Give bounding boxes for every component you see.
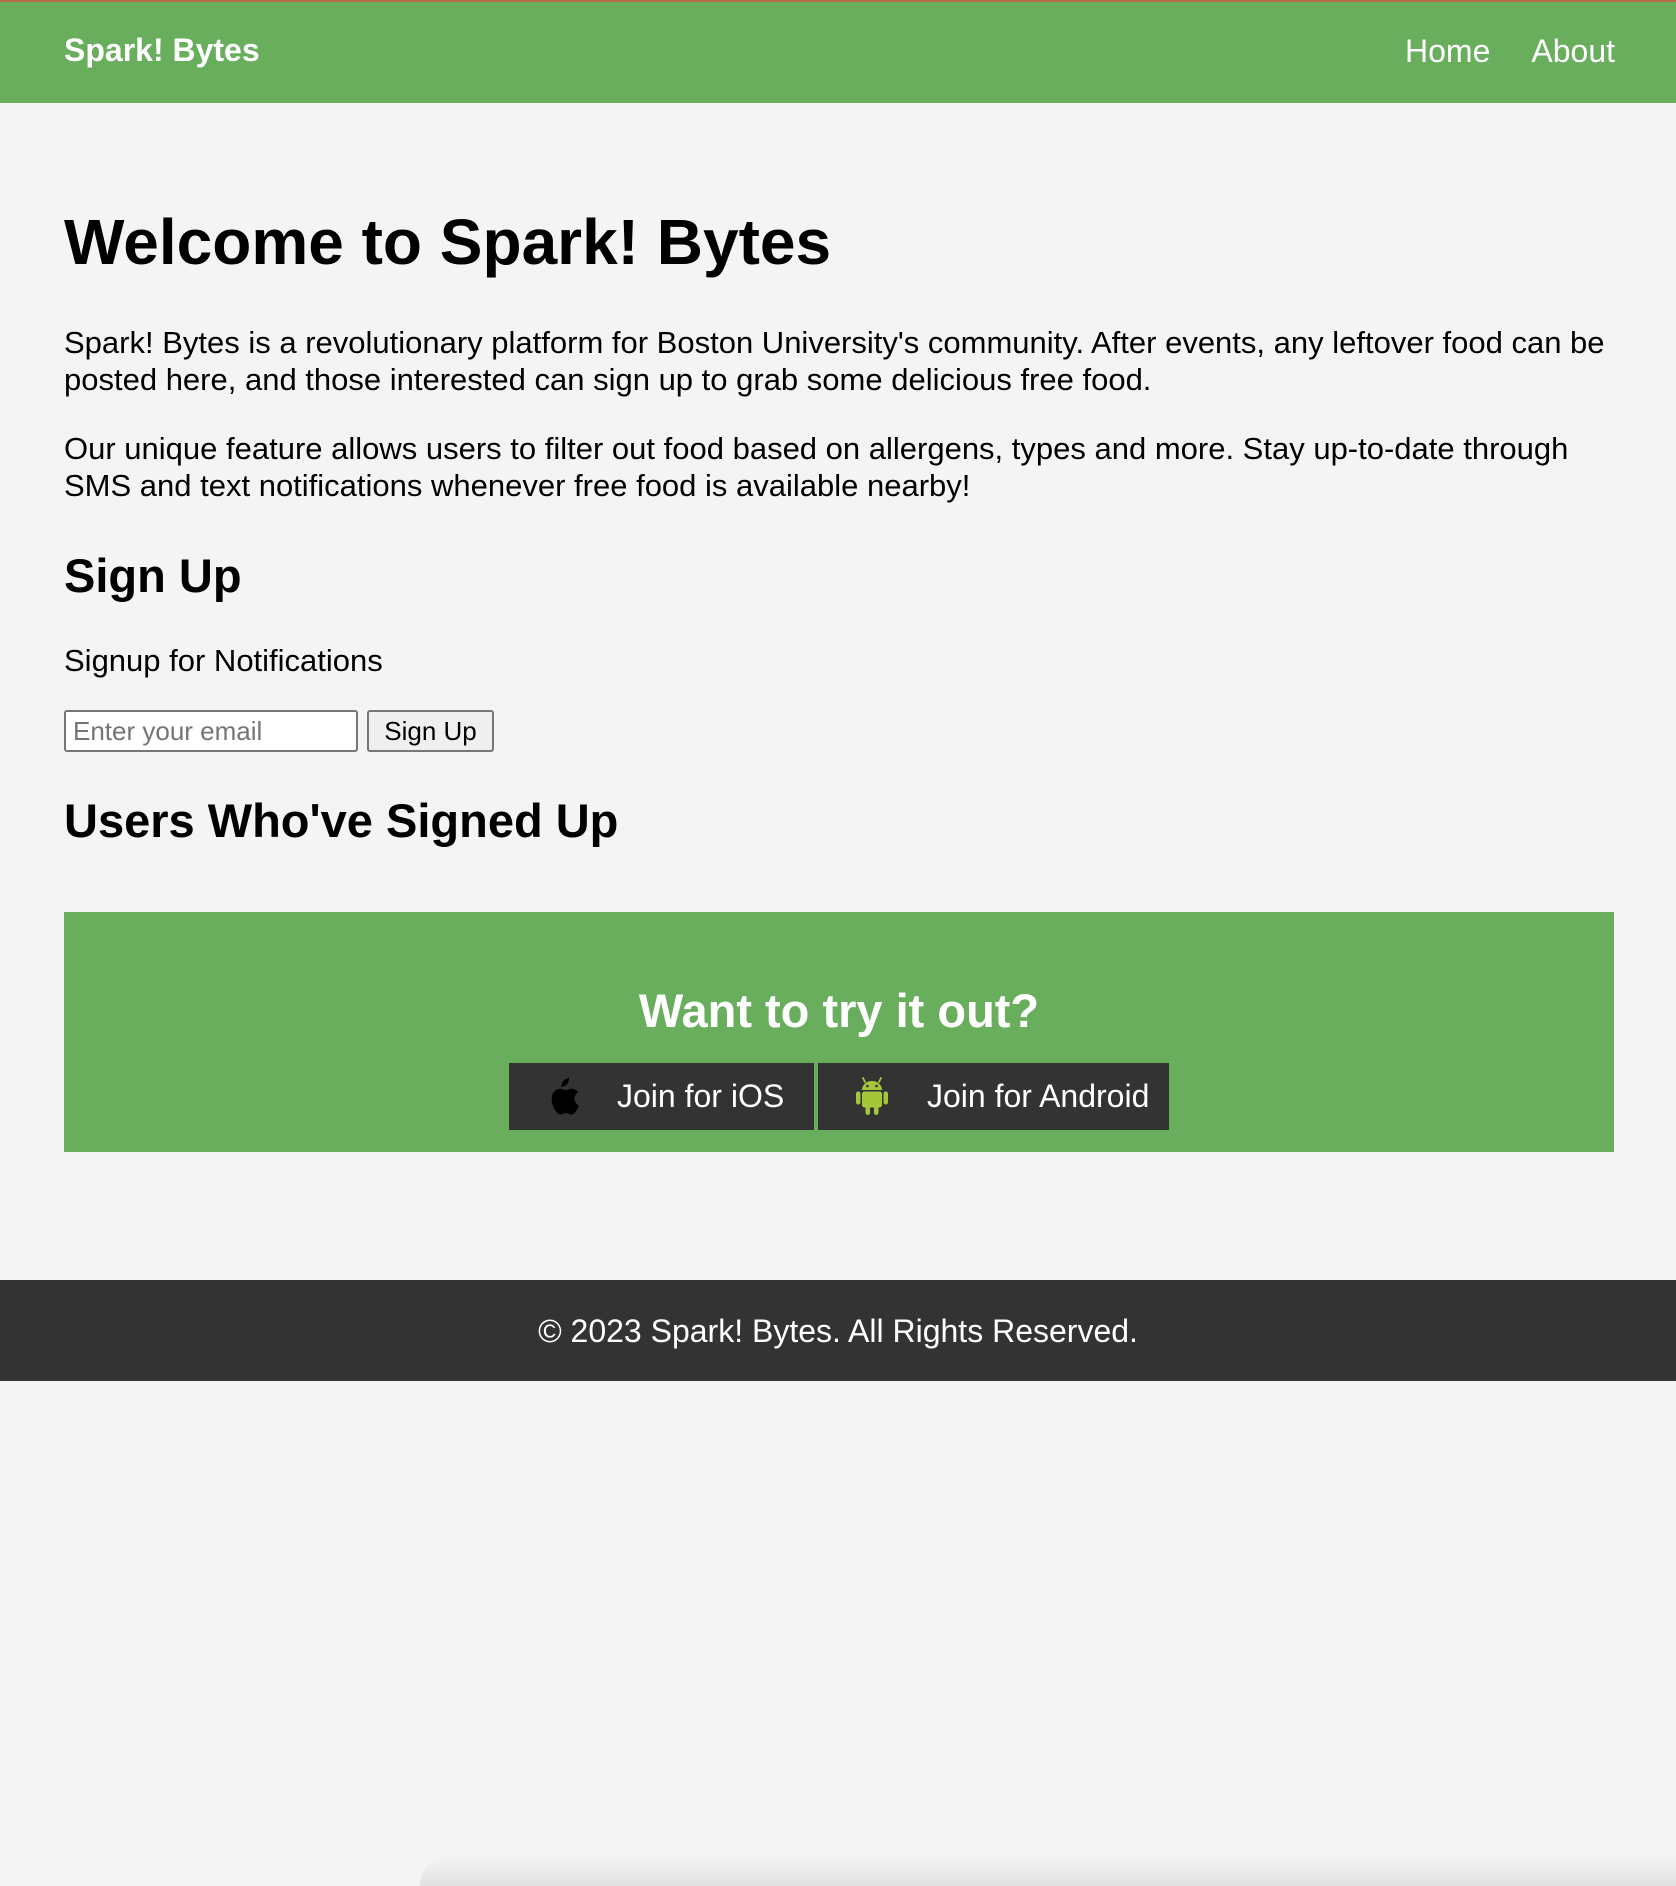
window-shadow <box>420 1855 1676 1886</box>
cta-buttons: Join for iOS Join for Android <box>509 1063 1169 1130</box>
footer-copyright: © 2023 Spark! Bytes. All Rights Reserved… <box>538 1313 1138 1349</box>
brand-logo-text[interactable]: Spark! Bytes <box>64 32 260 69</box>
join-android-button[interactable]: Join for Android <box>818 1063 1169 1130</box>
nav-links: Home About <box>1405 33 1615 70</box>
join-android-label: Join for Android <box>927 1078 1150 1114</box>
apple-icon <box>542 1075 582 1119</box>
intro-paragraph: Spark! Bytes is a revolutionary platform… <box>64 325 1605 397</box>
navbar: Spark! Bytes Home About <box>0 0 1676 103</box>
signup-form: Sign Up <box>64 710 494 752</box>
email-input[interactable] <box>64 710 358 752</box>
footer: © 2023 Spark! Bytes. All Rights Reserved… <box>0 1280 1676 1381</box>
signup-button[interactable]: Sign Up <box>367 710 494 752</box>
join-ios-label: Join for iOS <box>617 1078 785 1114</box>
page-title: Welcome to Spark! Bytes <box>64 206 832 278</box>
users-heading: Users Who've Signed Up <box>64 794 619 847</box>
signup-subheading: Signup for Notifications <box>64 643 383 678</box>
nav-link-about[interactable]: About <box>1531 33 1615 70</box>
join-ios-button[interactable]: Join for iOS <box>509 1063 814 1130</box>
feature-paragraph: Our unique feature allows users to filte… <box>64 431 1569 503</box>
signup-heading: Sign Up <box>64 549 242 602</box>
nav-link-home[interactable]: Home <box>1405 33 1490 70</box>
cta-banner: Want to try it out? Join for iOS Join fo… <box>64 912 1614 1152</box>
cta-title: Want to try it out? <box>638 984 1040 1037</box>
android-icon <box>852 1075 892 1119</box>
